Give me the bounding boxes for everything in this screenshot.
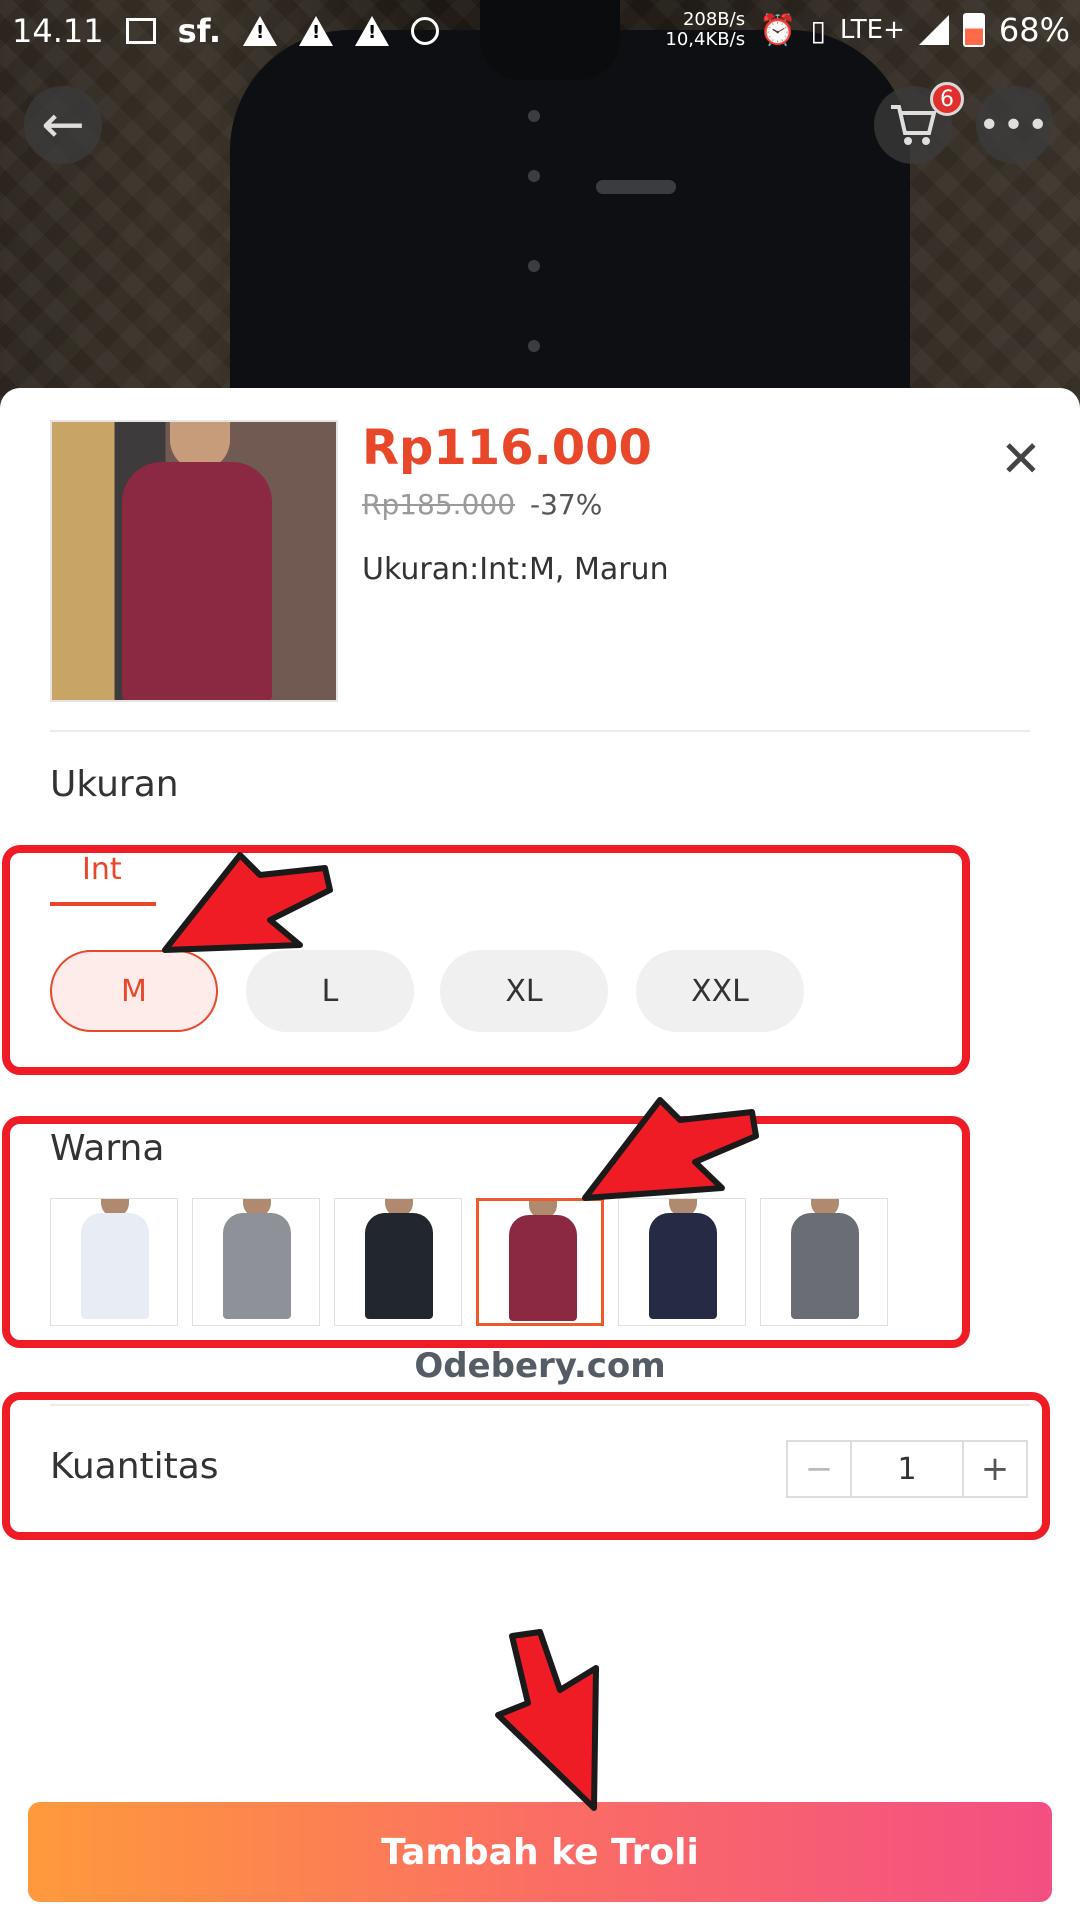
arrow-pointer-icon (495, 1629, 599, 1811)
annotation-arrows (162, 852, 759, 1811)
arrow-pointer-icon (582, 1097, 759, 1201)
arrow-pointer-icon (162, 852, 333, 953)
